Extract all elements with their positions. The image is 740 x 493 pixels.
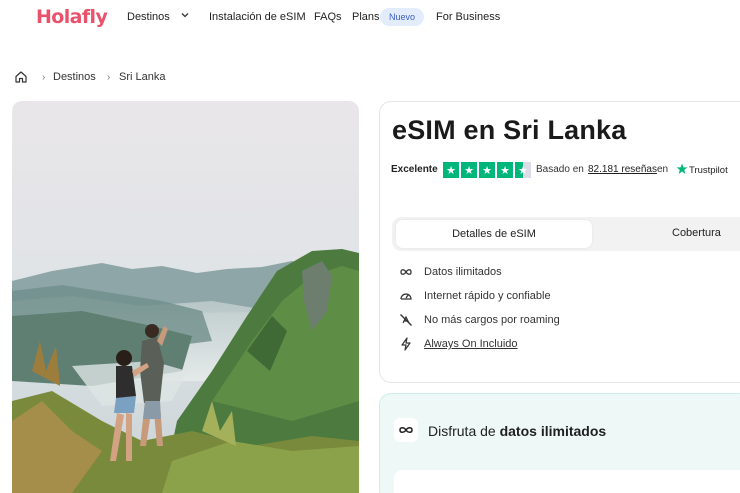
infinity-icon — [400, 269, 412, 275]
top-navigation: Holafly Destinos Instalación de eSIM FAQ… — [0, 0, 740, 36]
promo-icon-box — [394, 418, 418, 442]
feature-fast-internet: Internet rápido y confiable — [424, 290, 551, 302]
breadcrumb-destinos[interactable]: Destinos — [53, 71, 96, 83]
trustpilot-logo[interactable]: Trustpilot — [689, 165, 728, 176]
reviews-link[interactable]: 82.181 reseñas — [588, 164, 657, 175]
en-text: en — [657, 164, 669, 175]
tab-coverage[interactable]: Cobertura — [672, 227, 721, 239]
chevron-right-icon: › — [107, 72, 111, 83]
nav-plans[interactable]: Plans — [352, 11, 380, 23]
svg-text:★: ★ — [500, 164, 510, 177]
rating-label: Excelente — [391, 164, 438, 175]
svg-text:★: ★ — [446, 164, 456, 177]
promo-inner-panel — [394, 470, 740, 493]
chevron-down-icon[interactable] — [180, 10, 190, 20]
feature-no-roaming: No más cargos por roaming — [424, 314, 560, 326]
destination-hero-image — [12, 101, 359, 493]
breadcrumb-current: Sri Lanka — [119, 71, 166, 83]
infinity-icon — [399, 427, 413, 433]
feature-always-on-link[interactable]: Always On Incluido — [424, 338, 518, 350]
lightning-icon — [401, 337, 411, 351]
promo-prefix: Disfruta de — [428, 423, 496, 439]
based-on-text: Basado en — [536, 164, 584, 175]
home-icon[interactable] — [14, 70, 28, 84]
svg-text:★: ★ — [482, 164, 492, 177]
nav-faqs[interactable]: FAQs — [314, 11, 342, 23]
svg-text:★: ★ — [464, 164, 474, 177]
no-roaming-icon — [400, 314, 412, 326]
nav-for-business[interactable]: For Business — [436, 11, 500, 23]
nav-instalacion[interactable]: Instalación de eSIM — [209, 11, 306, 23]
sri-lanka-landscape-image — [12, 101, 359, 493]
chevron-right-icon: › — [42, 72, 46, 83]
trustpilot-star-icon — [676, 163, 688, 174]
nav-destinos[interactable]: Destinos — [127, 11, 170, 23]
speedometer-icon — [400, 293, 412, 300]
page-title: eSIM en Sri Lanka — [392, 115, 627, 145]
promo-bold: datos ilimitados — [499, 423, 607, 439]
nuevo-badge: Nuevo — [380, 8, 424, 26]
promo-heading: Disfruta de datos ilimitados — [428, 423, 606, 439]
trustpilot-stars-icon: ★ ★ ★ ★ ★ — [443, 162, 531, 178]
feature-unlimited-data: Datos ilimitados — [424, 266, 502, 278]
holafly-logo[interactable]: Holafly — [36, 6, 108, 28]
tab-esim-details[interactable]: Detalles de eSIM — [396, 220, 592, 248]
svg-text:★: ★ — [518, 164, 528, 177]
